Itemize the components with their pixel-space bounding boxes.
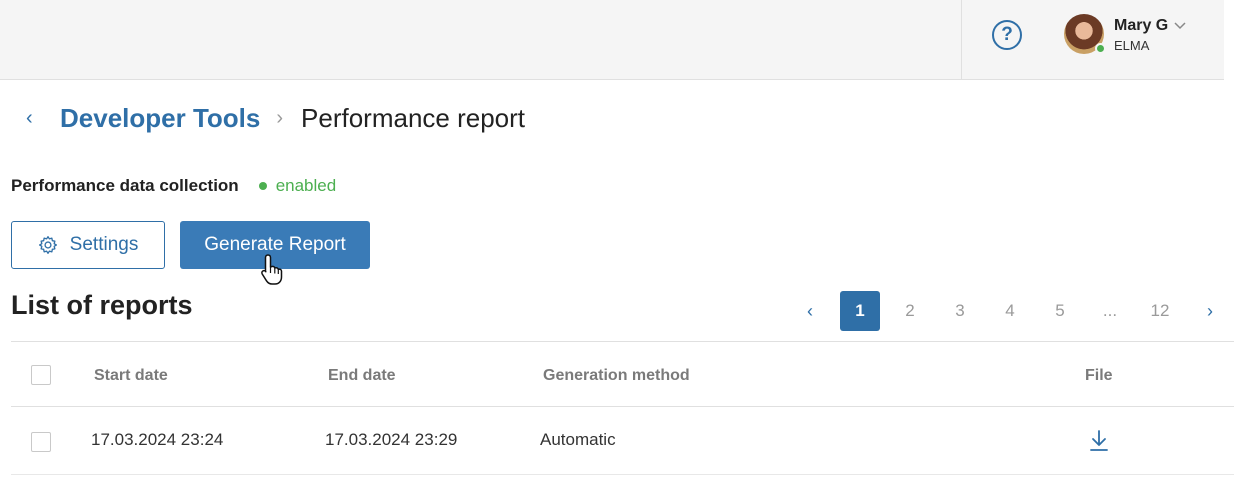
column-start-date[interactable]: Start date: [94, 367, 168, 385]
cell-end-date: 17.03.2024 23:29: [325, 430, 458, 449]
cell-generation-method: Automatic: [540, 430, 616, 449]
page-title: Performance report: [301, 102, 526, 133]
settings-button[interactable]: Settings: [11, 221, 165, 269]
generate-report-label: Generate Report: [204, 234, 346, 255]
download-icon[interactable]: [1088, 429, 1110, 453]
page-2[interactable]: 2: [890, 291, 930, 331]
column-end-date[interactable]: End date: [328, 367, 396, 385]
breadcrumb: ‹ Developer Tools › Performance report: [26, 101, 525, 135]
pagination: ‹ 1 2 3 4 5 ... 12 ›: [790, 291, 1234, 331]
online-status-icon: [1095, 43, 1106, 54]
topbar-divider: [961, 0, 962, 80]
reports-table: Start date End date Generation method Fi…: [11, 341, 1234, 475]
status-dot-icon: [258, 182, 267, 190]
page-5[interactable]: 5: [1040, 291, 1080, 331]
page-4[interactable]: 4: [990, 291, 1030, 331]
list-title: List of reports: [11, 290, 193, 320]
avatar: [1064, 14, 1106, 54]
user-name: Mary G: [1114, 17, 1169, 34]
user-menu[interactable]: Mary G ELMA: [1064, 14, 1186, 58]
table-row[interactable]: 17.03.2024 23:24 17.03.2024 23:29 Automa…: [11, 407, 1234, 475]
chevron-down-icon: [1174, 22, 1186, 30]
breadcrumb-developer-tools[interactable]: Developer Tools: [60, 103, 260, 134]
page-ellipsis: ...: [1102, 301, 1118, 320]
gear-icon: [38, 236, 57, 254]
column-generation-method[interactable]: Generation method: [543, 367, 690, 385]
collection-status: Performance data collection enabled: [11, 176, 336, 196]
page-1[interactable]: 1: [840, 291, 880, 331]
next-page-icon[interactable]: ›: [1190, 291, 1230, 331]
user-info: Mary G ELMA: [1114, 14, 1186, 52]
back-icon[interactable]: ‹: [26, 107, 50, 130]
status-badge: enabled: [275, 176, 337, 195]
column-file: File: [1085, 367, 1113, 384]
user-name-row: Mary G: [1114, 18, 1186, 34]
page-3[interactable]: 3: [940, 291, 980, 331]
user-org: ELMA: [1114, 38, 1150, 53]
top-bar: ? Mary G ELMA: [0, 0, 1224, 80]
chevron-right-icon: ›: [276, 106, 284, 129]
collection-label: Performance data collection: [11, 176, 239, 195]
cell-start-date: 17.03.2024 23:24: [91, 430, 224, 449]
row-checkbox[interactable]: [31, 432, 51, 452]
settings-label: Settings: [69, 234, 139, 255]
table-header: Start date End date Generation method Fi…: [11, 341, 1234, 407]
generate-report-button[interactable]: Generate Report: [180, 221, 370, 269]
prev-page-icon[interactable]: ‹: [790, 291, 830, 331]
page-12[interactable]: 12: [1140, 291, 1180, 331]
select-all-checkbox[interactable]: [31, 365, 51, 385]
help-icon[interactable]: ?: [992, 20, 1022, 50]
